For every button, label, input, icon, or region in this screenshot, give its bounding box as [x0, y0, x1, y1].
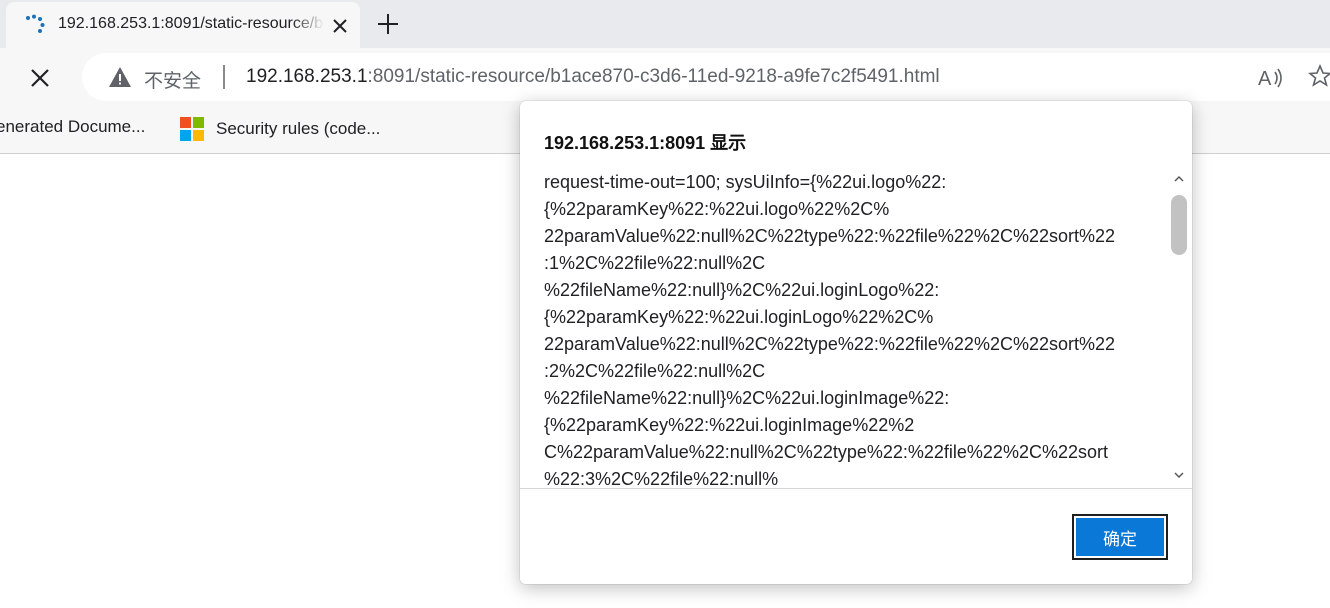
close-icon[interactable] — [328, 14, 352, 38]
stop-loading-button[interactable] — [24, 63, 56, 93]
message-line: %22fileName%22:null}%2C%22ui.loginLogo%2… — [544, 280, 940, 300]
star-add-icon[interactable] — [1308, 63, 1330, 93]
tab-strip: 192.168.253.1:8091/static-resource/b1ace… — [0, 0, 1330, 48]
ok-button[interactable]: 确定 — [1072, 514, 1168, 560]
browser-toolbar: 不安全 192.168.253.1:8091/static-resource/b… — [0, 48, 1330, 106]
scrollbar-thumb[interactable] — [1171, 195, 1187, 255]
message-line: 22paramValue%22:null%2C%22type%22:%22fil… — [544, 226, 1116, 246]
read-aloud-icon[interactable]: A — [1256, 63, 1286, 93]
message-line: C%22paramValue%22:null%2C%22type%22:%22f… — [544, 442, 1108, 462]
loading-spinner-icon — [26, 14, 45, 33]
message-line: 22paramValue%22:null%2C%22type%22:%22fil… — [544, 334, 1116, 354]
svg-text:A: A — [1258, 68, 1272, 90]
message-line: {%22paramKey%22:%22ui.logo%22%2C% — [544, 199, 890, 219]
browser-tab[interactable]: 192.168.253.1:8091/static-resource/b1ace… — [6, 2, 360, 48]
url-text[interactable]: 192.168.253.1:8091/static-resource/b1ace… — [246, 66, 940, 88]
microsoft-logo-icon — [180, 117, 204, 141]
message-line: request-time-out=100; sysUiInfo={%22ui.l… — [544, 172, 947, 192]
message-line: {%22paramKey%22:%22ui.loginImage%22%2 — [544, 415, 915, 435]
dialog-title: 192.168.253.1:8091 显示 — [544, 133, 747, 153]
bookmark-item-security-rules[interactable]: Security rules (code... — [180, 117, 380, 141]
security-status-label[interactable]: 不安全 — [144, 66, 201, 93]
dialog-message-area[interactable]: request-time-out=100; sysUiInfo={%22ui.l… — [520, 167, 1192, 489]
url-path: :8091/static-resource/b1ace870-c3d6-11ed… — [367, 66, 940, 87]
divider — [223, 65, 225, 89]
message-line: %22:3%2C%22file%22:null% — [544, 469, 779, 489]
alert-dialog: 192.168.253.1:8091 显示 request-time-out=1… — [520, 101, 1192, 584]
scroll-up-arrow-icon[interactable] — [1170, 171, 1188, 187]
address-bar[interactable]: 不安全 192.168.253.1:8091/static-resource/b… — [82, 53, 1330, 101]
bookmark-item[interactable]: enerated Docume... — [0, 117, 145, 137]
message-line: :1%2C%22file%22:null%2C — [544, 253, 766, 273]
message-line: %22fileName%22:null}%2C%22ui.loginImage%… — [544, 388, 950, 408]
message-line: {%22paramKey%22:%22ui.loginLogo%22%2C% — [544, 307, 934, 327]
dialog-message: request-time-out=100; sysUiInfo={%22ui.l… — [544, 169, 1144, 489]
url-host: 192.168.253.1 — [246, 66, 368, 87]
tab-title: 192.168.253.1:8091/static-resource/b1ace… — [58, 15, 324, 32]
message-line: :2%2C%22file%22:null%2C — [544, 361, 766, 381]
scroll-down-arrow-icon[interactable] — [1170, 467, 1188, 483]
warning-icon[interactable] — [108, 65, 132, 89]
plus-icon[interactable] — [374, 10, 402, 38]
